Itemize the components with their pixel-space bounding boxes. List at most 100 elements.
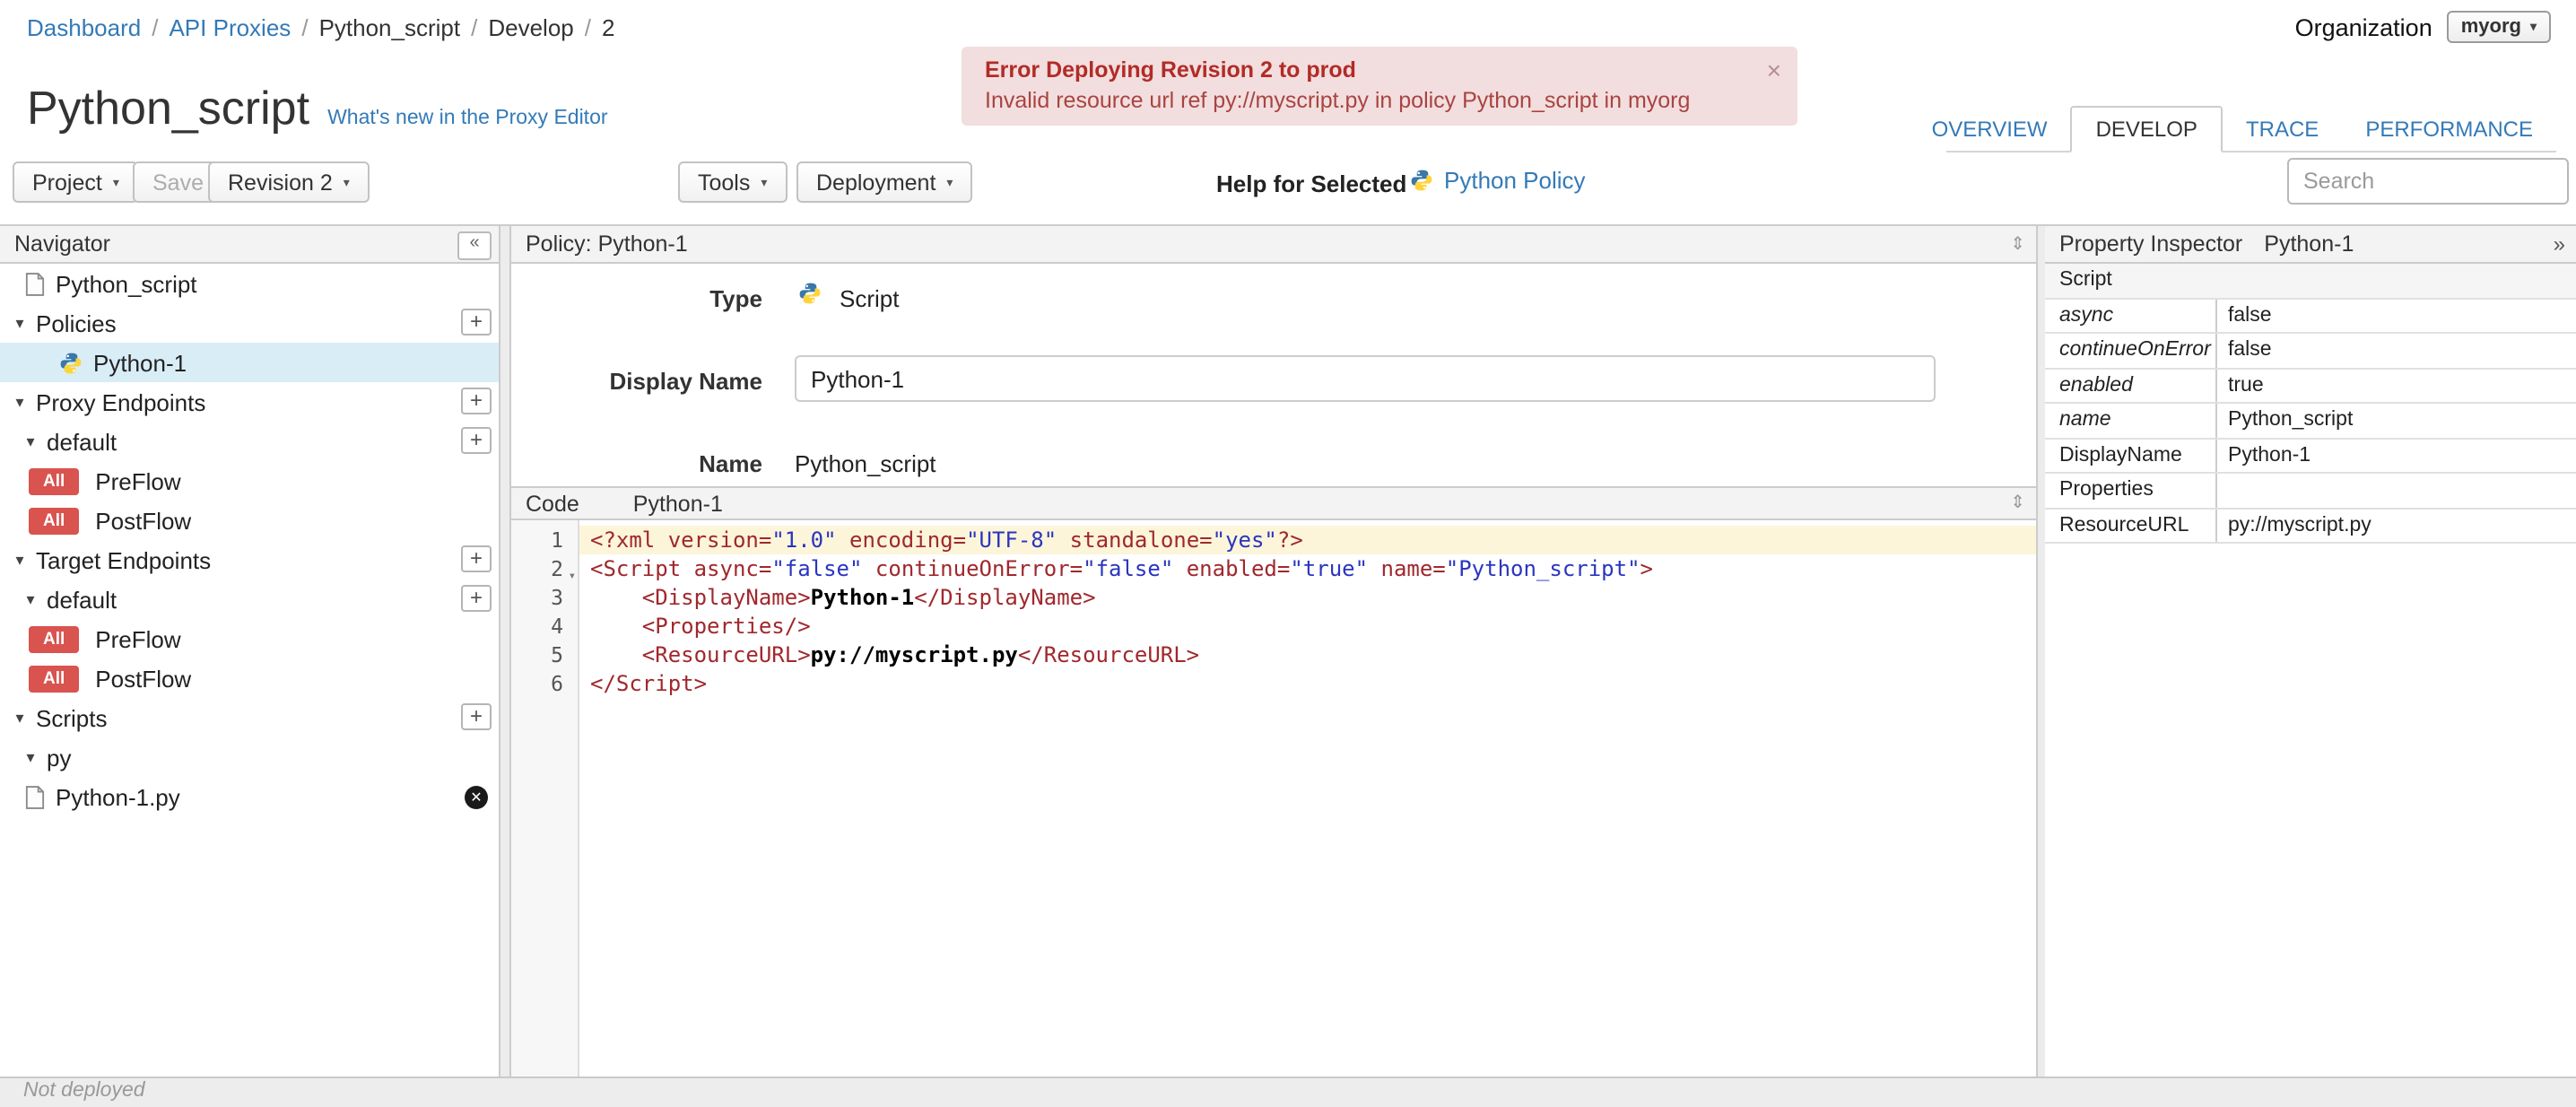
line-number: 4 xyxy=(551,614,563,639)
error-banner-message: Invalid resource url ref py://myscript.p… xyxy=(985,88,1691,113)
panel-splitter[interactable] xyxy=(500,224,509,1076)
tab-trace[interactable]: TRACE xyxy=(2223,108,2342,151)
chevron-down-icon: ▾ xyxy=(112,177,119,189)
caret-down-icon[interactable]: ▾ xyxy=(22,747,39,767)
nav-row-python-1-py[interactable]: Python-1.py ✕ xyxy=(0,777,499,816)
help-for-selected-label: Help for Selected xyxy=(1216,170,1407,197)
resize-vertical-icon[interactable]: ⇕ xyxy=(2010,234,2025,254)
property-table: Script async false continueOnError false enab… xyxy=(2045,264,2576,544)
nav-row-scripts[interactable]: ▾ Scripts + xyxy=(0,698,499,737)
tab-performance[interactable]: PERFORMANCE xyxy=(2342,108,2556,151)
navigator-body: Python_script ▾ Policies + Python-1 ▾ Proxy En… xyxy=(0,264,499,816)
property-key: ResourceURL xyxy=(2045,509,2217,542)
nav-row-label: PreFlow xyxy=(95,625,181,652)
add-button[interactable]: + xyxy=(461,388,492,414)
nav-row-python-1[interactable]: Python-1 xyxy=(0,343,499,382)
caret-down-icon[interactable]: ▾ xyxy=(11,392,29,412)
caret-down-icon[interactable]: ▾ xyxy=(22,431,39,451)
panel-splitter[interactable] xyxy=(2038,224,2045,1076)
add-button[interactable]: + xyxy=(461,427,492,454)
deployment-button[interactable]: Deployment ▾ xyxy=(796,161,973,203)
flow-condition-badge: All xyxy=(29,625,80,652)
navigator-title: Navigator xyxy=(14,231,110,257)
nav-row-preflow[interactable]: All PreFlow xyxy=(0,619,499,658)
property-value[interactable]: false xyxy=(2217,334,2272,367)
code-line[interactable]: </Script> xyxy=(579,669,2036,698)
tools-button[interactable]: Tools ▾ xyxy=(678,161,788,203)
tab-overview[interactable]: OVERVIEW xyxy=(1909,108,2071,151)
project-button[interactable]: Project ▾ xyxy=(13,161,139,203)
organization-value: myorg xyxy=(2460,16,2521,38)
tab-develop[interactable]: DEVELOP xyxy=(2070,106,2223,153)
caret-down-icon[interactable]: ▾ xyxy=(11,550,29,570)
nav-row-label: Python-1.py xyxy=(56,783,180,810)
breadcrumb-separator: / xyxy=(471,14,478,41)
nav-row-python-script[interactable]: Python_script xyxy=(0,264,499,303)
python-icon xyxy=(798,282,822,305)
nav-row-py[interactable]: ▾ py xyxy=(0,737,499,777)
breadcrumb: Dashboard / API Proxies / Python_script / Deve… xyxy=(27,14,614,41)
property-value[interactable]: Python-1 xyxy=(2217,439,2311,472)
add-button[interactable]: + xyxy=(461,309,492,336)
tools-button-label: Tools xyxy=(698,170,751,195)
code-line[interactable]: <Properties/> xyxy=(579,612,2036,641)
nav-row-proxy-endpoints[interactable]: ▾ Proxy Endpoints + xyxy=(0,382,499,422)
display-name-input[interactable] xyxy=(795,355,1936,402)
delete-icon[interactable]: ✕ xyxy=(465,785,488,808)
property-value[interactable]: true xyxy=(2217,369,2264,402)
python-icon xyxy=(1410,169,1433,192)
python-policy-help-link[interactable]: Python Policy xyxy=(1410,167,1586,194)
whats-new-link[interactable]: What's new in the Proxy Editor xyxy=(327,108,607,129)
search-input[interactable] xyxy=(2287,158,2569,205)
caret-down-icon[interactable]: ▾ xyxy=(22,589,39,609)
expand-right-icon[interactable]: » xyxy=(2554,231,2565,257)
breadcrumb-separator: / xyxy=(152,14,159,41)
nav-row-default[interactable]: ▾ default + xyxy=(0,580,499,619)
property-key: enabled xyxy=(2045,369,2217,402)
line-number: 6 xyxy=(551,671,563,696)
policy-panel-title: Policy: Python-1 xyxy=(526,231,688,257)
resize-vertical-icon[interactable]: ⇕ xyxy=(2010,493,2025,513)
collapse-left-icon[interactable]: « xyxy=(457,231,492,260)
save-button-label: Save xyxy=(152,170,204,195)
code-line[interactable]: <Script async="false" continueOnError="f… xyxy=(579,554,2036,583)
code-editor[interactable]: 1 2 ▾ 3 4 5 6 <?xml version="1.0" encoding="UT… xyxy=(511,520,2036,1076)
property-value[interactable]: Python_script xyxy=(2217,404,2353,437)
property-value[interactable] xyxy=(2217,474,2228,507)
property-key: name xyxy=(2045,404,2217,437)
breadcrumb-item[interactable]: API Proxies xyxy=(169,14,291,41)
flow-condition-badge: All xyxy=(29,467,80,494)
nav-row-default[interactable]: ▾ default + xyxy=(0,422,499,461)
add-button[interactable]: + xyxy=(461,703,492,730)
error-banner: Error Deploying Revision 2 to prod Inval… xyxy=(962,47,1797,126)
code-line[interactable]: <?xml version="1.0" encoding="UTF-8" sta… xyxy=(579,526,2036,554)
nav-row-label: Proxy Endpoints xyxy=(36,388,206,415)
breadcrumb-item[interactable]: Dashboard xyxy=(27,14,141,41)
code-line[interactable]: <DisplayName>Python-1</DisplayName> xyxy=(579,583,2036,612)
nav-row-label: Python-1 xyxy=(93,349,187,376)
close-icon[interactable]: × xyxy=(1767,56,1781,84)
nav-row-policies[interactable]: ▾ Policies + xyxy=(0,303,499,343)
code-line[interactable]: <ResourceURL>py://myscript.py</ResourceU… xyxy=(579,641,2036,669)
breadcrumb-item: Python_script xyxy=(318,14,461,41)
nav-row-preflow[interactable]: All PreFlow xyxy=(0,461,499,501)
property-value[interactable]: py://myscript.py xyxy=(2217,509,2371,542)
type-value: Script xyxy=(840,285,900,312)
caret-down-icon[interactable]: ▾ xyxy=(11,708,29,728)
add-button[interactable]: + xyxy=(461,585,492,612)
property-value[interactable]: false xyxy=(2217,299,2272,332)
line-number: 5 xyxy=(551,642,563,667)
nav-row-postflow[interactable]: All PostFlow xyxy=(0,658,499,698)
nav-row-target-endpoints[interactable]: ▾ Target Endpoints + xyxy=(0,540,499,580)
nav-row-postflow[interactable]: All PostFlow xyxy=(0,501,499,540)
organization-select[interactable]: myorg ▾ xyxy=(2446,11,2551,43)
property-key: DisplayName xyxy=(2045,439,2217,472)
nav-row-label: Policies xyxy=(36,309,117,336)
add-button[interactable]: + xyxy=(461,545,492,572)
chevron-down-icon: ▾ xyxy=(2529,22,2537,34)
flow-condition-badge: All xyxy=(29,665,80,692)
caret-down-icon[interactable]: ▾ xyxy=(11,313,29,333)
file-icon xyxy=(25,785,45,808)
line-number: 1 xyxy=(551,527,563,553)
revision-button[interactable]: Revision 2 ▾ xyxy=(208,161,370,203)
